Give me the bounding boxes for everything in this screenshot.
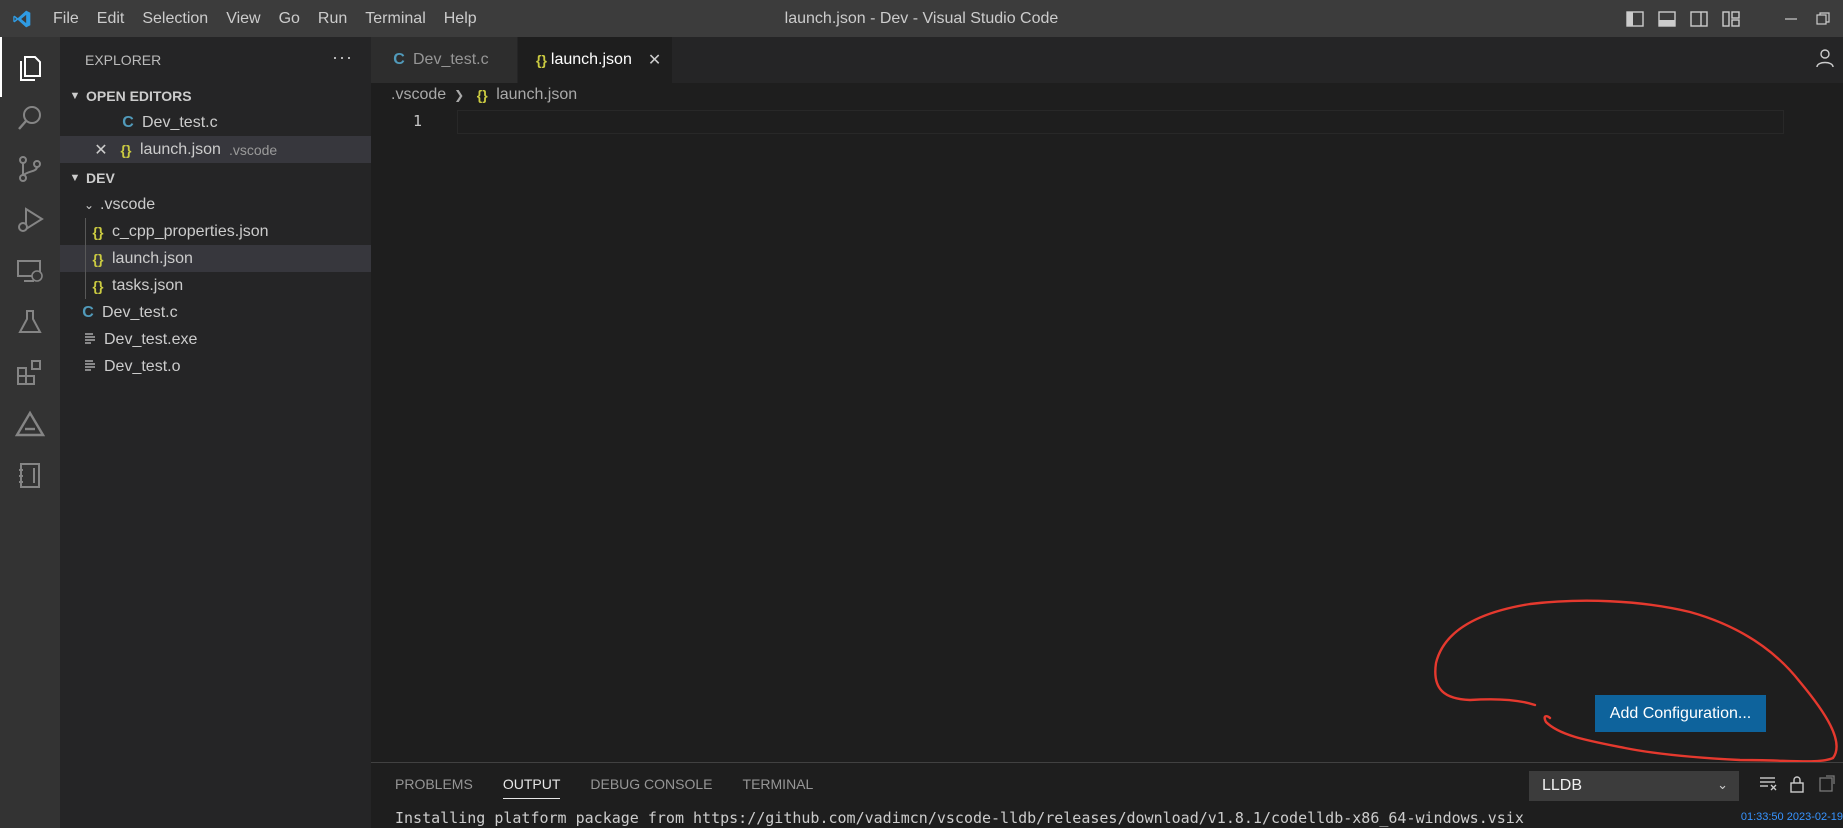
open-log-icon[interactable] <box>1817 775 1835 798</box>
plain-file-icon <box>82 331 98 349</box>
tree-folder-vscode[interactable]: ⌄ .vscode <box>60 191 371 218</box>
tab-label: launch.json <box>550 51 632 68</box>
open-editor-item[interactable]: C Dev_test.c <box>60 109 371 136</box>
json-file-icon: {} <box>120 141 132 158</box>
add-configuration-button[interactable]: Add Configuration... <box>1595 695 1766 732</box>
clear-output-icon[interactable] <box>1759 775 1777 798</box>
tab-output[interactable]: OUTPUT <box>502 773 561 799</box>
title-bar: File Edit Selection View Go Run Terminal… <box>0 0 1843 37</box>
timestamp: 01:33:50 2023-02-19 <box>1740 811 1843 823</box>
open-editors-title: OPEN EDITORS <box>86 88 192 104</box>
bottom-panel: PROBLEMS OUTPUT DEBUG CONSOLE TERMINAL L… <box>371 762 1843 828</box>
tree-folder-label: .vscode <box>100 195 156 213</box>
tab-problems[interactable]: PROBLEMS <box>395 773 473 799</box>
tab-dev-test-c[interactable]: C Dev_test.c <box>371 37 518 83</box>
output-channel-select[interactable]: LLDB ⌄ <box>1529 771 1739 801</box>
open-editor-label: launch.json <box>140 140 221 158</box>
chevron-down-icon: ▼ <box>69 172 81 184</box>
tree-file-label: Dev_test.c <box>102 303 178 321</box>
line-number: 1 <box>413 112 423 130</box>
breadcrumb-folder[interactable]: .vscode <box>391 86 446 104</box>
lock-scroll-icon[interactable] <box>1789 775 1805 798</box>
tree-file-label: launch.json <box>112 249 193 267</box>
toggle-panel-icon[interactable] <box>1657 10 1677 28</box>
toggle-primary-sidebar-icon[interactable] <box>1625 10 1645 28</box>
json-file-icon: {} <box>476 87 488 103</box>
tab-launch-json[interactable]: {} launch.json ✕ <box>518 37 673 83</box>
output-text: Installing platform package from https:/… <box>395 809 1524 827</box>
json-file-icon: {} <box>92 223 104 240</box>
tree-file[interactable]: Dev_test.o <box>60 353 371 380</box>
close-icon[interactable]: ✕ <box>92 140 110 160</box>
more-actions-icon[interactable]: ··· <box>332 47 353 68</box>
menu-go[interactable]: Go <box>270 0 309 37</box>
indent-guide <box>85 218 86 245</box>
editor-area[interactable]: 1 <box>371 106 1843 762</box>
breadcrumb: .vscode ❯ {} launch.json <box>391 84 577 106</box>
tab-terminal[interactable]: TERMINAL <box>743 773 814 799</box>
chevron-right-icon: ❯ <box>454 88 465 102</box>
chevron-down-icon: ⌄ <box>83 197 95 212</box>
explorer-sidebar: EXPLORER ··· ▼ OPEN EDITORS C Dev_test.c… <box>60 37 371 828</box>
folder-title: DEV <box>86 170 115 186</box>
indent-guide <box>85 245 86 272</box>
json-file-icon: {} <box>92 277 104 294</box>
chevron-down-icon: ⌄ <box>1717 777 1728 792</box>
menu-view[interactable]: View <box>217 0 269 37</box>
plain-file-icon <box>82 358 98 376</box>
explorer-header: EXPLORER ··· <box>60 37 371 83</box>
menu-bar: File Edit Selection View Go Run Terminal… <box>44 0 486 37</box>
customize-layout-icon[interactable] <box>1721 10 1741 28</box>
tree-file-label: tasks.json <box>112 276 184 294</box>
minimize-icon[interactable] <box>1781 10 1801 28</box>
tree-file-label: c_cpp_properties.json <box>112 222 269 240</box>
tree-file-selected[interactable]: {} launch.json <box>60 245 371 272</box>
menu-file[interactable]: File <box>44 0 88 37</box>
menu-terminal[interactable]: Terminal <box>356 0 434 37</box>
open-editors-section[interactable]: ▼ OPEN EDITORS <box>60 83 371 109</box>
tree-file[interactable]: C Dev_test.c <box>60 299 371 326</box>
open-editor-label: Dev_test.c <box>142 113 218 131</box>
activity-bar <box>0 37 60 828</box>
open-editor-description: .vscode <box>228 141 278 158</box>
explorer-title: EXPLORER <box>85 52 162 68</box>
tree-file[interactable]: {} tasks.json <box>60 272 371 299</box>
restore-icon[interactable] <box>1813 10 1833 28</box>
tree-file-label: Dev_test.o <box>104 357 181 375</box>
tab-debug-console[interactable]: DEBUG CONSOLE <box>590 773 712 799</box>
account-icon[interactable] <box>1815 48 1835 73</box>
panel-tabs: PROBLEMS OUTPUT DEBUG CONSOLE TERMINAL <box>395 773 813 799</box>
c-file-icon: C <box>122 113 134 131</box>
tab-label: Dev_test.c <box>413 51 489 68</box>
tree-file-label: Dev_test.exe <box>104 330 198 348</box>
menu-edit[interactable]: Edit <box>88 0 134 37</box>
chevron-down-icon: ▼ <box>69 90 81 102</box>
tree-file[interactable]: {} c_cpp_properties.json <box>60 218 371 245</box>
vscode-logo-icon <box>0 0 44 37</box>
json-file-icon: {} <box>536 52 547 68</box>
breadcrumb-file[interactable]: launch.json <box>496 86 577 104</box>
open-editor-item-active[interactable]: ✕ {} launch.json .vscode <box>60 136 371 163</box>
folder-section[interactable]: ▼ DEV <box>60 165 371 191</box>
json-file-icon: {} <box>92 250 104 267</box>
editor-tabs: C Dev_test.c {} launch.json ✕ <box>371 37 1843 83</box>
notebook-icon[interactable] <box>0 445 60 505</box>
c-file-icon: C <box>393 51 405 68</box>
menu-run[interactable]: Run <box>309 0 356 37</box>
output-channel-value: LLDB <box>1542 777 1583 794</box>
menu-selection[interactable]: Selection <box>133 0 217 37</box>
indent-guide <box>85 272 86 299</box>
tree-file[interactable]: Dev_test.exe <box>60 326 371 353</box>
c-file-icon: C <box>82 303 94 321</box>
menu-help[interactable]: Help <box>435 0 486 37</box>
current-line-highlight <box>457 110 1784 134</box>
tab-close-icon[interactable]: ✕ <box>648 50 661 70</box>
toggle-secondary-sidebar-icon[interactable] <box>1689 10 1709 28</box>
